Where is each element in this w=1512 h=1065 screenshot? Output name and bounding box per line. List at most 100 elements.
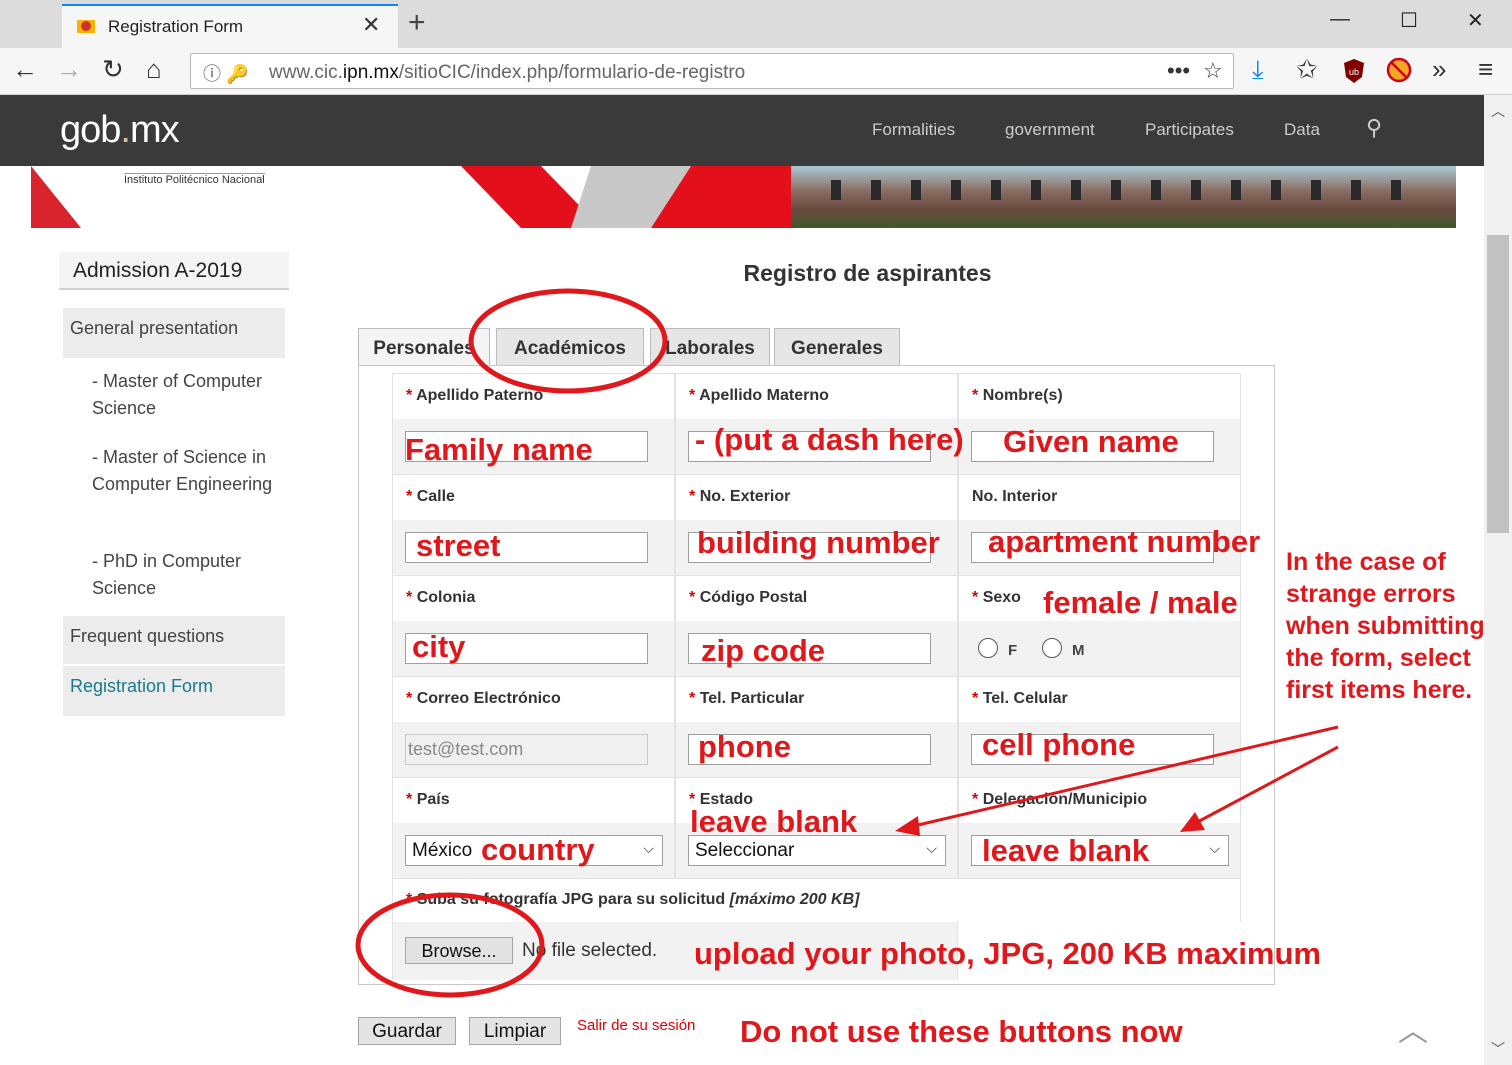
chevron-down-icon: ⌵ — [643, 840, 654, 856]
svg-text:ub: ub — [1349, 67, 1359, 77]
form-title: Registro de aspirantes — [743, 260, 992, 286]
page-actions-icon[interactable]: ••• — [1167, 58, 1190, 84]
annotation-buttons: Do not use these buttons now — [740, 1014, 1183, 1049]
campus-photo — [791, 166, 1456, 228]
ipn-banner: Instituto Politécnico Nacional — [31, 166, 1456, 228]
label-apellido-materno: Apellido Materno — [699, 387, 829, 404]
download-icon[interactable]: ⤓ — [1252, 54, 1264, 86]
address-bar[interactable]: ⓘ 🔑 www.cic.ipn.mx/sitioCIC/index.php/fo… — [190, 53, 1234, 89]
forward-icon[interactable]: → — [56, 54, 82, 85]
close-tab-icon[interactable]: ✕ — [362, 12, 380, 38]
library-icon[interactable]: ✩ — [1296, 54, 1318, 85]
menu-icon[interactable]: ≡ — [1478, 54, 1493, 85]
annotation-street: street — [416, 528, 501, 563]
label-tel-particular: Tel. Particular — [699, 690, 805, 707]
annotation-country: country — [481, 832, 595, 867]
browser-tab-bar: Registration Form ✕ + — ☐ ✕ — [0, 0, 1512, 48]
label-cell: * Apellido Materno — [675, 373, 958, 419]
nav-data[interactable]: Data — [1284, 120, 1320, 140]
overflow-icon[interactable]: » — [1432, 54, 1446, 85]
label-codigo-postal: Código Postal — [699, 589, 808, 606]
annotation-zip: zip code — [701, 633, 826, 668]
chevron-down-icon: ⌵ — [1209, 840, 1220, 856]
bookmark-star-icon[interactable]: ☆ — [1203, 58, 1223, 84]
browser-nav-bar: ← → ↻ ⌂ ⓘ 🔑 www.cic.ipn.mx/sitioCIC/inde… — [0, 48, 1512, 95]
annotation-sex: female / male — [1043, 585, 1238, 620]
logout-link[interactable]: Salir de su sesión — [577, 1017, 695, 1034]
clear-button[interactable]: Limpiar — [469, 1017, 561, 1045]
gob-mx-logo[interactable]: gob.mx — [60, 109, 180, 152]
back-to-top-icon[interactable]: ︿ — [1398, 1006, 1428, 1050]
search-icon[interactable]: ⚲ — [1366, 115, 1382, 141]
label-cell: * Apellido Paterno — [392, 373, 675, 419]
home-icon[interactable]: ⌂ — [146, 54, 162, 85]
browse-button[interactable]: Browse... — [405, 937, 513, 964]
site-header: gob.mx Formalities government Participat… — [0, 95, 1484, 166]
ublock-icon[interactable]: ub — [1342, 58, 1366, 84]
nav-government[interactable]: government — [1005, 120, 1095, 140]
label-nombre: Nombre(s) — [982, 387, 1063, 404]
scroll-thumb[interactable] — [1487, 235, 1509, 533]
site-info-icon[interactable]: ⓘ 🔑 — [203, 60, 248, 86]
sex-m-label: M — [1072, 642, 1085, 659]
tab-generales[interactable]: Generales — [774, 328, 900, 366]
reload-icon[interactable]: ↻ — [102, 54, 124, 85]
back-icon[interactable]: ← — [12, 54, 38, 85]
annotation-building: building number — [697, 525, 940, 560]
sex-m-radio[interactable] — [1042, 638, 1062, 658]
label-cell: * Nombre(s) — [958, 373, 1241, 419]
file-status: No file selected. — [522, 940, 658, 961]
sidebar-item-general[interactable]: General presentation — [63, 308, 285, 358]
browser-tab[interactable]: Registration Form ✕ — [62, 4, 398, 48]
annotation-apartment: apartment number — [988, 524, 1261, 559]
sidebar-item-phd[interactable]: - PhD in Computer Science — [92, 548, 292, 602]
annotation-leave-blank-estado: leave blank — [690, 804, 858, 839]
close-window-icon[interactable]: ✕ — [1467, 8, 1484, 33]
label-pais: País — [416, 791, 450, 808]
minimize-icon[interactable]: — — [1330, 8, 1350, 31]
annotation-note: In the case of strange errors when submi… — [1286, 548, 1485, 704]
annotation-city: city — [412, 629, 466, 664]
label-delegacion: Delegación/Municipio — [982, 791, 1148, 808]
nav-formalities[interactable]: Formalities — [872, 120, 955, 140]
tab-personales[interactable]: Personales — [358, 328, 490, 366]
url-text: www.cic.ipn.mx/sitioCIC/index.php/formul… — [269, 62, 746, 83]
annotation-dash: - (put a dash here) — [695, 422, 964, 457]
label-no-exterior: No. Exterior — [699, 488, 791, 505]
save-button[interactable]: Guardar — [358, 1017, 456, 1045]
sidebar-item-faq[interactable]: Frequent questions — [63, 616, 285, 664]
sex-f-label: F — [1008, 642, 1018, 659]
annotation-phone: phone — [698, 729, 791, 764]
screenshot-root: Registration Form ✕ + — ☐ ✕ ← → ↻ ⌂ ⓘ 🔑 … — [0, 0, 1512, 1065]
blocker-icon[interactable] — [1386, 57, 1412, 83]
label-apellido-paterno: Apellido Paterno — [416, 387, 544, 404]
label-calle: Calle — [416, 488, 455, 505]
sidebar-item-msc[interactable]: - Master of Computer Science — [92, 368, 292, 422]
sidebar-item-msce[interactable]: - Master of Science in Computer Engineer… — [92, 444, 292, 498]
label-colonia: Colonia — [416, 589, 476, 606]
scroll-down-icon[interactable]: ﹀ — [1491, 1039, 1505, 1059]
label-foto-max: [máximo 200 KB] — [729, 891, 860, 908]
tab-laborales[interactable]: Laborales — [650, 328, 770, 366]
annotation-cell: cell phone — [982, 727, 1136, 762]
annotation-given-name: Given name — [1003, 424, 1179, 459]
nav-participates[interactable]: Participates — [1145, 120, 1234, 140]
favicon-icon — [77, 20, 95, 33]
label-tel-celular: Tel. Celular — [982, 690, 1068, 707]
tab-title: Registration Form — [108, 17, 244, 36]
annotation-family-name: Family name — [405, 432, 593, 467]
tab-academicos[interactable]: Académicos — [496, 328, 644, 366]
chevron-down-icon: ⌵ — [926, 840, 937, 856]
scroll-up-icon[interactable]: ︿ — [1491, 101, 1505, 121]
institution-name: Instituto Politécnico Nacional — [124, 173, 265, 186]
label-foto: Suba su fotografía JPG para su solicitud — [416, 891, 726, 908]
new-tab-icon[interactable]: + — [408, 6, 426, 40]
sidebar-title: Admission A-2019 — [59, 252, 289, 290]
email-field[interactable]: test@test.com — [405, 734, 648, 765]
annotation-upload: upload your photo, JPG, 200 KB maximum — [694, 936, 1321, 971]
sidebar-item-registration[interactable]: Registration Form — [63, 666, 285, 716]
sex-f-radio[interactable] — [978, 638, 998, 658]
label-no-interior: No. Interior — [972, 488, 1058, 505]
label-correo: Correo Electrónico — [416, 690, 561, 707]
maximize-icon[interactable]: ☐ — [1400, 8, 1418, 33]
